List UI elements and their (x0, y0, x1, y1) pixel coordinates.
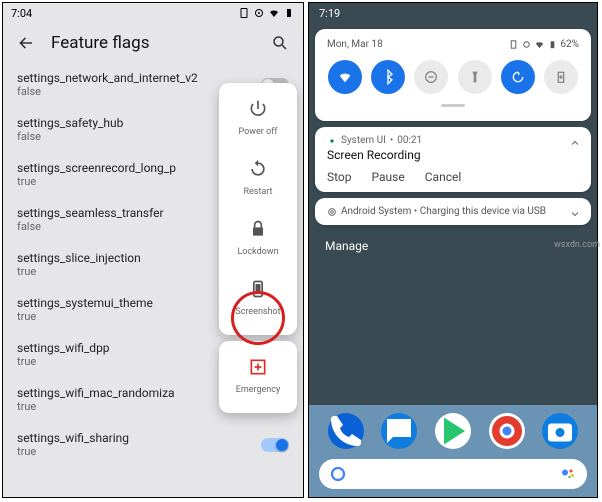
phone-icon (328, 413, 364, 449)
qs-wifi[interactable] (328, 60, 362, 94)
phone-left: 7:04 Feature flags settings_network_and_… (2, 2, 304, 498)
bluetooth-icon (380, 69, 396, 85)
flag-row[interactable]: settings_wifi_sharingtrue (3, 423, 303, 468)
status-time: 7:04 (11, 7, 32, 20)
screenshot-button[interactable]: Screenshot (219, 269, 297, 329)
flag-key: settings_wifi_sharing (17, 431, 261, 445)
search-pill[interactable] (319, 459, 587, 489)
lock-icon (248, 219, 268, 239)
expand-handle[interactable] (441, 104, 465, 107)
phone-right: 7:19 Mon, Mar 18 62% (308, 2, 598, 498)
qs-battery-saver[interactable] (544, 60, 578, 94)
action-cancel[interactable]: Cancel (425, 170, 462, 184)
app-camera[interactable] (542, 413, 578, 449)
battery-icon (283, 7, 295, 19)
wifi-icon (268, 7, 280, 19)
notification-app: System UI (341, 135, 386, 146)
notification-app-line: System UI • 00:21 (327, 135, 579, 146)
power-label: Lockdown (223, 247, 293, 257)
notification-screen-recording[interactable]: System UI • 00:21 Screen Recording Stop … (315, 127, 591, 192)
notification-actions: Stop Pause Cancel (327, 170, 579, 184)
search-icon[interactable] (271, 34, 289, 52)
toggle[interactable] (261, 438, 289, 452)
notification-text: Android System • Charging this device vi… (341, 206, 546, 217)
quick-settings-panel: Mon, Mar 18 62% (315, 29, 591, 121)
google-icon (329, 465, 347, 483)
power-label: Restart (223, 187, 293, 197)
battery-percent: 62% (560, 39, 579, 50)
power-label: Screenshot (223, 307, 293, 317)
wifi-icon (337, 69, 353, 85)
app-phone[interactable] (328, 413, 364, 449)
messages-icon (381, 413, 417, 449)
qs-dnd[interactable] (414, 60, 448, 94)
notification-time: 00:21 (397, 135, 422, 146)
qs-rotate[interactable] (501, 60, 535, 94)
rotate-icon (510, 69, 526, 85)
play-icon (435, 413, 471, 449)
flashlight-icon (467, 69, 483, 85)
header: Feature flags (3, 23, 303, 63)
android-icon (327, 136, 337, 146)
vibrate-icon (238, 7, 250, 19)
flag-value: true (17, 445, 261, 458)
gear-icon (327, 207, 337, 217)
notification-app-line: Android System • Charging this device vi… (327, 206, 579, 217)
action-stop[interactable]: Stop (327, 170, 352, 184)
back-icon[interactable] (17, 34, 35, 52)
circle-icon (253, 7, 265, 19)
chrome-icon (489, 413, 525, 449)
battery-saver-icon (553, 69, 569, 85)
circle-icon (521, 39, 532, 50)
chevron-down-icon[interactable] (569, 208, 581, 220)
qs-bluetooth[interactable] (371, 60, 405, 94)
wifi-icon (534, 39, 545, 50)
power-off-button[interactable]: Power off (219, 89, 297, 149)
vibrate-icon (508, 39, 519, 50)
quick-settings-row (323, 58, 583, 98)
status-bar: 7:04 (3, 3, 303, 23)
screenshot-icon (248, 279, 268, 299)
lockdown-button[interactable]: Lockdown (219, 209, 297, 269)
power-label: Power off (223, 127, 293, 137)
dnd-icon (423, 69, 439, 85)
watermark: wsxdn.com (554, 240, 600, 250)
emergency-icon (248, 357, 268, 377)
assistant-icon (559, 465, 577, 483)
restart-icon (248, 159, 268, 179)
restart-button[interactable]: Restart (219, 149, 297, 209)
qs-flashlight[interactable] (458, 60, 492, 94)
camera-icon (542, 413, 578, 449)
page-title: Feature flags (51, 33, 255, 53)
dock (309, 405, 597, 497)
date: Mon, Mar 18 (327, 39, 383, 50)
app-play[interactable] (435, 413, 471, 449)
power-icon (248, 99, 268, 119)
app-chrome[interactable] (489, 413, 525, 449)
status-icons (238, 7, 295, 19)
action-pause[interactable]: Pause (372, 170, 405, 184)
power-label: Emergency (223, 385, 293, 395)
power-menu: Power off Restart Lockdown Screenshot (219, 83, 297, 419)
battery-icon (547, 39, 558, 50)
chevron-up-icon[interactable] (569, 137, 581, 149)
emergency-button[interactable]: Emergency (219, 347, 297, 407)
notification-charging[interactable]: Android System • Charging this device vi… (315, 198, 591, 225)
status-bar: 7:19 (309, 3, 597, 23)
app-messages[interactable] (381, 413, 417, 449)
status-time: 7:19 (319, 7, 340, 20)
notification-title: Screen Recording (327, 148, 579, 162)
status-icons: 62% (508, 39, 579, 50)
